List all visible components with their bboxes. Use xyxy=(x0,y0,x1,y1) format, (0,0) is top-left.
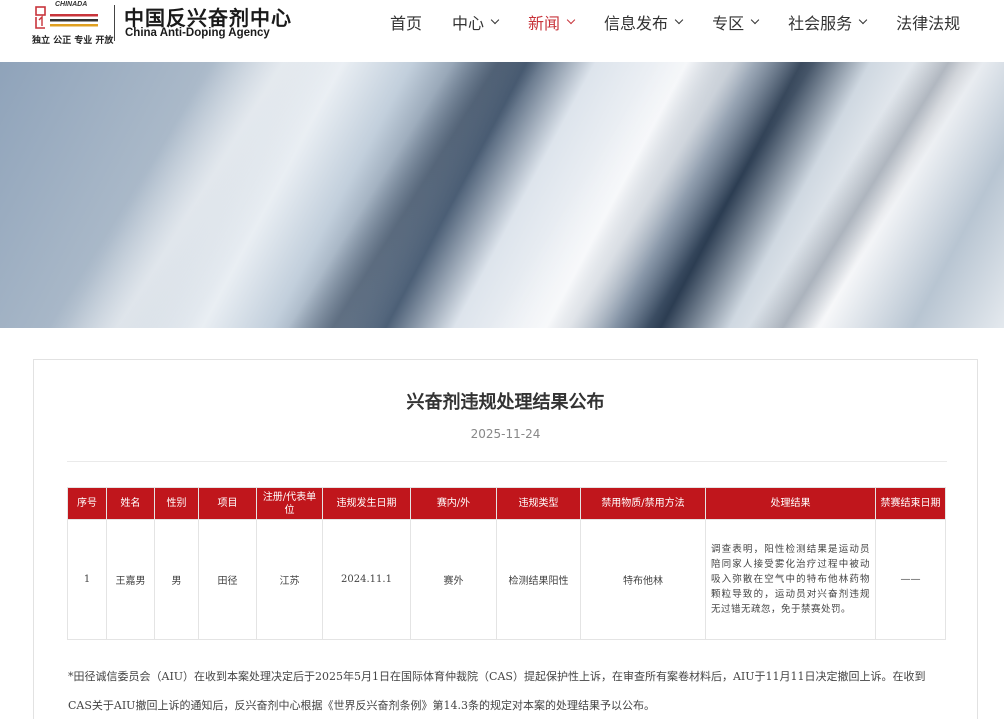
table-header-cell: 处理结果 xyxy=(705,487,876,520)
article-card: 兴奋剂违规处理结果公布 2025-11-24 序号 姓名 性别 项目 注册/代表… xyxy=(33,359,978,719)
table-header-cell: 违规发生日期 xyxy=(322,487,411,520)
title-divider xyxy=(67,461,947,462)
table-header-cell: 姓名 xyxy=(106,487,155,520)
table-cell-ban-end: —— xyxy=(875,519,946,640)
nav-item-label: 法律法规 xyxy=(896,14,961,33)
table-cell-unit: 江苏 xyxy=(256,519,323,640)
table-cell-violation-type: 检测结果阳性 xyxy=(496,519,581,640)
table-header-cell: 性别 xyxy=(154,487,199,520)
nav-item-home[interactable]: 首页 xyxy=(390,10,422,34)
chevron-down-icon xyxy=(566,15,576,25)
article-title: 兴奋剂违规处理结果公布 xyxy=(406,392,605,413)
table-cell-sport: 田径 xyxy=(198,519,257,640)
nav-item-news[interactable]: 新闻 xyxy=(528,10,576,34)
hero-banner xyxy=(0,62,1004,328)
table-header-cell: 违规类型 xyxy=(496,487,581,520)
chevron-down-icon xyxy=(858,15,868,25)
main-nav: 首页 中心 新闻 信息发布 专区 社会服务 法律法规 xyxy=(390,10,990,34)
table-row: 1 王嘉男 男 田径 江苏 2024.11.1 赛外 检测结果阳性 特布他林 调… xyxy=(67,519,946,640)
nav-item-label: 专区 xyxy=(712,14,745,33)
table-header-cell: 序号 xyxy=(67,487,107,520)
violation-results-table: 序号 姓名 性别 项目 注册/代表单位 违规发生日期 赛内/外 违规类型 禁用物… xyxy=(67,487,946,640)
table-header-cell: 禁赛结束日期 xyxy=(875,487,946,520)
nav-item-center[interactable]: 中心 xyxy=(452,10,500,34)
chevron-down-icon xyxy=(750,15,760,25)
site-header: CHINADA 独立 公正 专业 开放 中国反兴奋剂中心 China Anti-… xyxy=(0,0,1004,62)
table-header-cell: 项目 xyxy=(198,487,257,520)
nav-item-social-services[interactable]: 社会服务 xyxy=(788,10,868,34)
table-header-cell: 禁用物质/禁用方法 xyxy=(580,487,706,520)
nav-item-label: 信息发布 xyxy=(604,14,669,33)
table-cell-result: 调查表明，阳性检测结果是运动员陪同家人接受雾化治疗过程中被动吸入弥散在空气中的特… xyxy=(705,519,876,640)
article-date: 2025-11-24 xyxy=(470,427,541,441)
nav-item-special[interactable]: 专区 xyxy=(712,10,760,34)
nav-item-label: 首页 xyxy=(390,14,423,33)
logo-tagline: 独立 公正 专业 开放 xyxy=(32,36,114,46)
article-footnote: *田径诚信委员会（AIU）在收到本案处理决定后于2025年5月1日在国际体育仲裁… xyxy=(68,670,926,712)
logo-name-en: China Anti-Doping Agency xyxy=(125,27,270,39)
nav-item-laws[interactable]: 法律法规 xyxy=(896,10,960,34)
logo-brand: CHINADA xyxy=(55,1,88,8)
site-logo[interactable]: CHINADA 独立 公正 专业 开放 中国反兴奋剂中心 China Anti-… xyxy=(28,1,291,48)
table-cell-substance: 特布他林 xyxy=(580,519,706,640)
table-cell-name: 王嘉男 xyxy=(106,519,155,640)
nav-item-label: 中心 xyxy=(452,14,485,33)
table-cell-gender: 男 xyxy=(154,519,199,640)
nav-item-label: 新闻 xyxy=(528,14,561,33)
table-header-cell: 注册/代表单位 xyxy=(256,487,323,520)
table-header-cell: 赛内/外 xyxy=(410,487,497,520)
table-cell-index: 1 xyxy=(67,519,107,640)
nav-item-label: 社会服务 xyxy=(788,14,853,33)
table-header-row: 序号 姓名 性别 项目 注册/代表单位 违规发生日期 赛内/外 违规类型 禁用物… xyxy=(67,487,946,520)
chevron-down-icon xyxy=(490,15,500,25)
chevron-down-icon xyxy=(674,15,684,25)
chinada-logo-icon xyxy=(35,6,98,29)
table-cell-competition: 赛外 xyxy=(410,519,497,640)
nav-item-info-release[interactable]: 信息发布 xyxy=(604,10,684,34)
logo-divider xyxy=(114,5,115,41)
table-cell-date: 2024.11.1 xyxy=(322,519,411,640)
